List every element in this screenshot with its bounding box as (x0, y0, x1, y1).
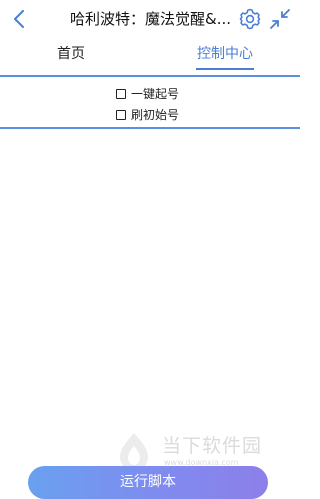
header-bar: 哈利波特：魔法觉醒&... (0, 0, 300, 38)
tab-control-center[interactable]: 控制中心 (197, 44, 253, 64)
page-title: 哈利波特：魔法觉醒&... (70, 10, 230, 28)
gear-icon (239, 8, 261, 30)
checkbox[interactable] (116, 110, 126, 120)
tab-bar: 首页 控制中心 (0, 40, 300, 74)
option-label: 一键起号 (131, 87, 180, 101)
run-script-button[interactable]: 运行脚本 (28, 466, 268, 499)
watermark-text: 当下软件园 (162, 435, 263, 457)
option-one-click-create[interactable]: 一键起号 (116, 85, 179, 103)
option-label: 刷初始号 (131, 108, 180, 122)
checkbox[interactable] (116, 89, 126, 99)
shrink-button[interactable] (269, 8, 291, 30)
back-button[interactable] (8, 7, 30, 31)
chevron-left-icon (14, 10, 24, 28)
shrink-arrows-icon (270, 9, 290, 29)
options-divider (0, 127, 300, 129)
settings-button[interactable] (238, 7, 262, 31)
tab-home[interactable]: 首页 (57, 44, 85, 64)
active-tab-indicator (196, 68, 254, 70)
option-reroll-initial[interactable]: 刷初始号 (116, 106, 179, 124)
tabs-divider (0, 75, 300, 77)
